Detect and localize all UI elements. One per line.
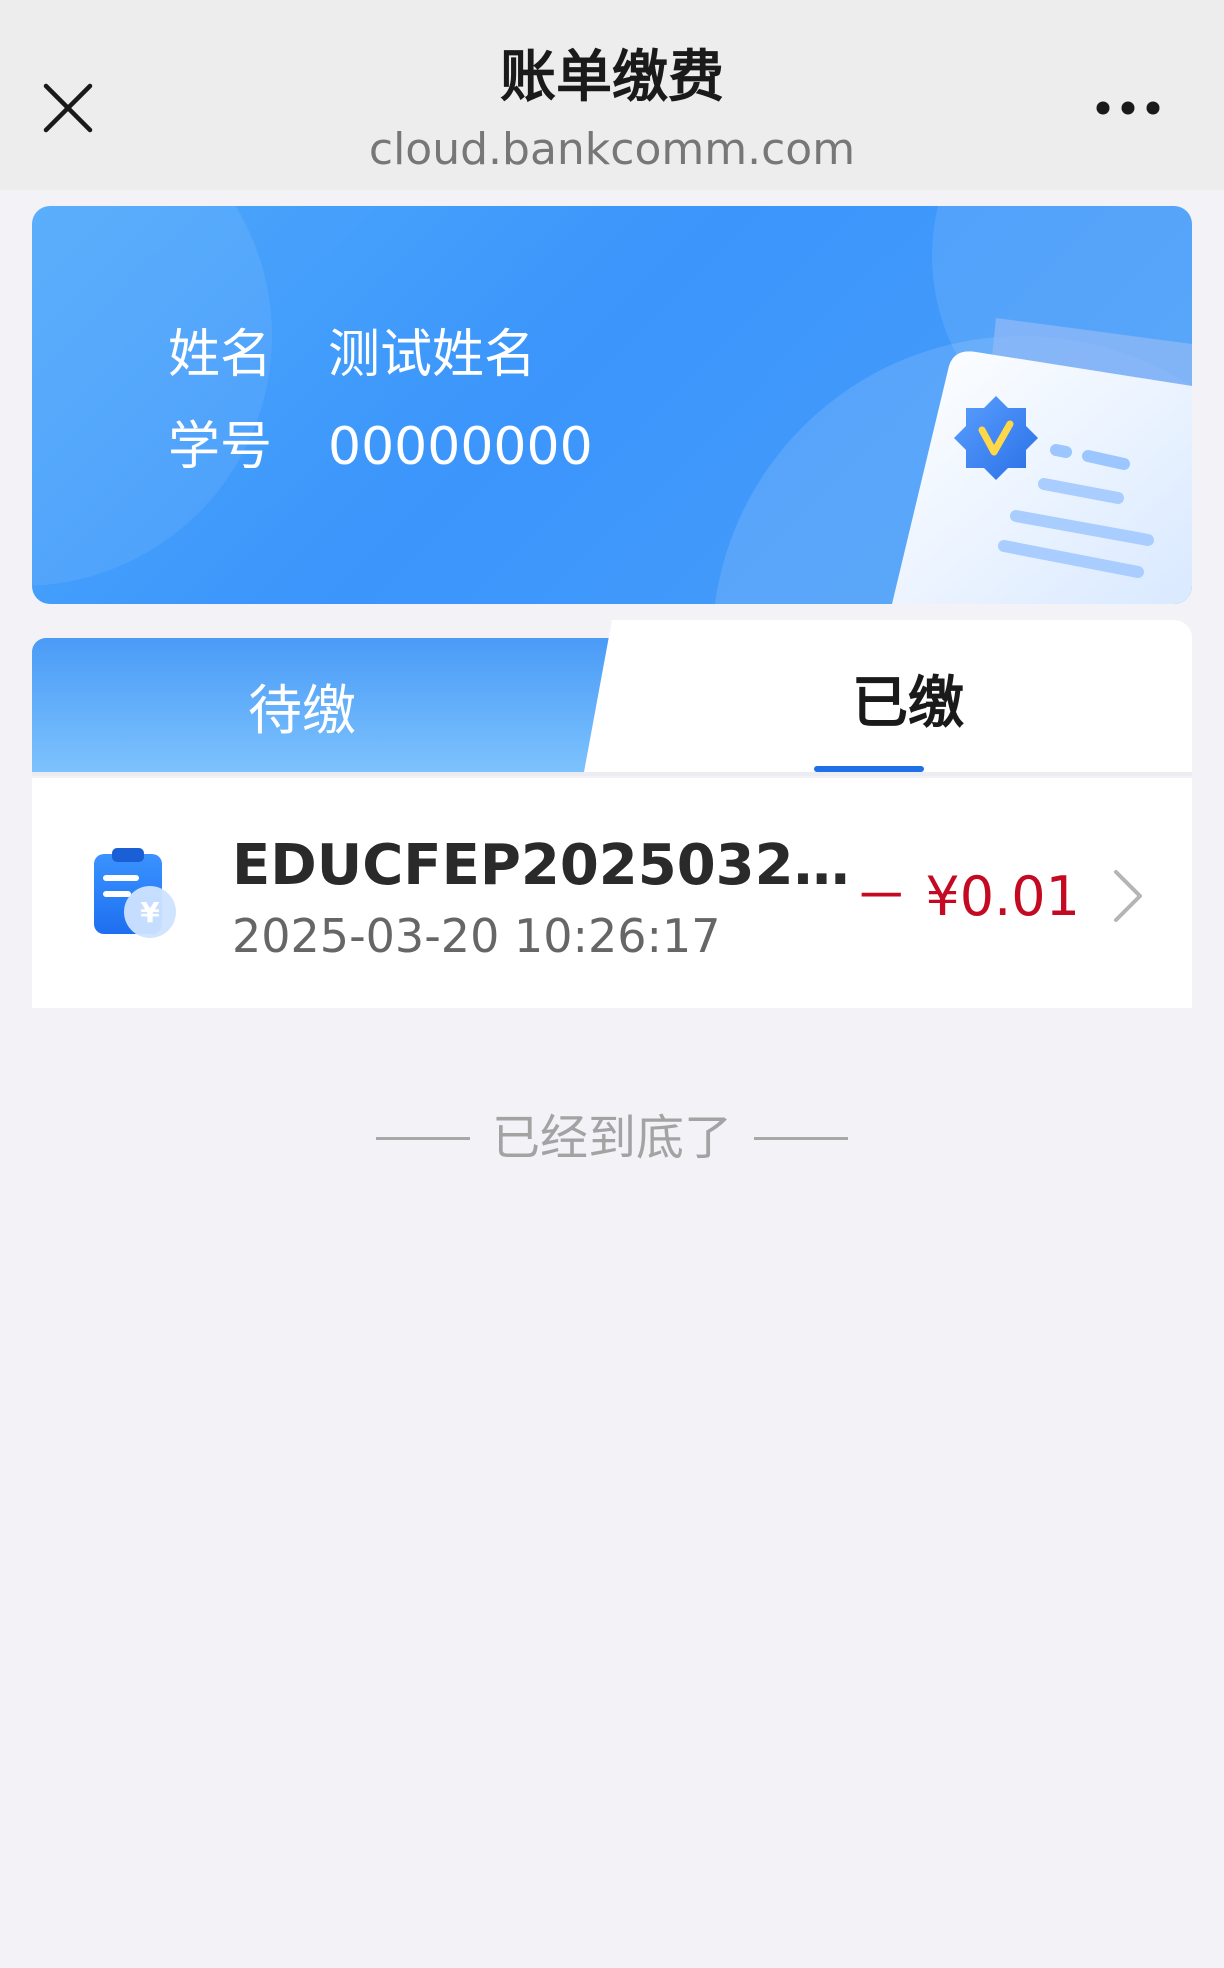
bill-list: ¥ EDUCFEP202503201... 2025-03-20 10:26:1…: [32, 778, 1192, 1008]
student-name-row: 姓名 测试姓名: [168, 320, 536, 390]
svg-text:¥: ¥: [140, 896, 160, 929]
page-domain: cloud.bankcomm.com: [368, 124, 856, 175]
name-label: 姓名: [168, 325, 273, 385]
tab-paid-label: 已缴: [852, 671, 964, 736]
tabs-divider: [32, 772, 1192, 776]
tab-pending-label: 待缴: [248, 678, 356, 742]
student-id-row: 学号 00000000: [168, 412, 593, 482]
bill-number: EDUCFEP202503201...: [232, 833, 852, 898]
divider-line-right: [754, 1136, 848, 1140]
verified-card-icon: [892, 318, 1192, 604]
divider-line-left: [375, 1136, 470, 1140]
end-of-list-note: 已经到底了: [0, 1106, 1224, 1170]
bill-clipboard-icon: ¥: [94, 848, 176, 938]
tab-pending[interactable]: 待缴: [32, 638, 612, 772]
chevron-right-icon: [1114, 870, 1142, 922]
list-item[interactable]: ¥ EDUCFEP202503201... 2025-03-20 10:26:1…: [32, 778, 1192, 1008]
name-value: 测试姓名: [328, 325, 537, 385]
more-horizontal-icon: [1096, 101, 1160, 115]
bill-status-tabs: 待缴 已缴: [32, 620, 1192, 772]
bill-amount: － ¥0.01: [854, 865, 1080, 928]
student-info-card: 姓名 测试姓名 学号 00000000: [32, 206, 1192, 604]
id-label: 学号: [168, 417, 273, 477]
card-decoration: [32, 206, 272, 586]
more-button[interactable]: [1080, 76, 1176, 140]
end-of-list-text: 已经到底了: [491, 1110, 732, 1166]
page-title: 账单缴费: [500, 45, 724, 110]
bill-time: 2025-03-20 10:26:17: [232, 909, 721, 963]
top-bar: 账单缴费 cloud.bankcomm.com: [0, 0, 1224, 190]
id-value: 00000000: [328, 417, 593, 477]
tab-paid[interactable]: 已缴: [584, 620, 1192, 772]
